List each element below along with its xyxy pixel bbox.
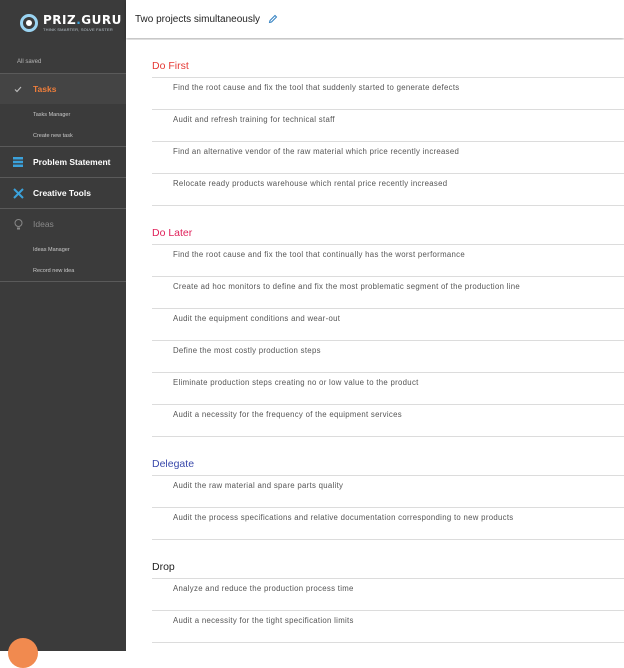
nav-item-label: Creative Tools — [33, 188, 91, 198]
task-item[interactable]: Create ad hoc monitors to define and fix… — [152, 276, 624, 309]
task-text: Find an alternative vendor of the raw ma… — [173, 147, 460, 156]
logo-name: PRIZ.GURU — [43, 12, 122, 27]
sidebar: PRIZ.GURU THINK SMARTER, SOLVE FASTER Al… — [0, 0, 126, 668]
task-text: Eliminate production steps creating no o… — [173, 378, 419, 387]
section-title-do-first: Do First — [152, 60, 189, 72]
task-item[interactable]: Audit the raw material and spare parts q… — [152, 475, 624, 508]
task-item[interactable]: Define the most costly production steps — [152, 340, 624, 373]
nav-item-label: Problem Statement — [33, 157, 111, 167]
task-item[interactable]: Audit and refresh training for technical… — [152, 109, 624, 142]
logo-tagline: THINK SMARTER, SOLVE FASTER — [43, 26, 113, 32]
task-text: Analyze and reduce the production proces… — [173, 584, 354, 593]
task-text: Find the root cause and fix the tool tha… — [173, 250, 465, 259]
nav-sub-create-task[interactable]: Create new task — [0, 125, 126, 146]
tools-icon — [9, 187, 27, 200]
task-text: Audit a necessity for the frequency of t… — [173, 410, 402, 419]
divider — [0, 281, 126, 282]
section-title-delegate: Delegate — [152, 458, 195, 470]
task-text: Define the most costly production steps — [173, 346, 321, 355]
nav-item-tasks[interactable]: Tasks — [0, 74, 126, 104]
section-divider — [152, 205, 624, 206]
task-text: Audit the process specifications and rel… — [173, 513, 514, 522]
logo-mark-icon — [20, 14, 38, 32]
pencil-icon[interactable] — [268, 14, 278, 24]
save-status: All saved — [17, 59, 42, 65]
task-text: Audit a necessity for the tight specific… — [173, 616, 354, 625]
nav-item-label: Tasks — [33, 84, 57, 94]
section-title-drop: Drop — [152, 561, 175, 573]
task-item[interactable]: Audit the equipment conditions and wear-… — [152, 308, 624, 341]
task-text: Find the root cause and fix the tool tha… — [173, 83, 460, 92]
nav-item-ideas[interactable]: Ideas — [0, 209, 126, 239]
task-item[interactable]: Audit the process specifications and rel… — [152, 507, 624, 540]
help-fab-button[interactable] — [8, 638, 38, 668]
section-divider — [152, 436, 624, 437]
page-header: Two projects simultaneously — [126, 0, 624, 38]
nav-item-label: Ideas — [33, 219, 54, 229]
task-text: Audit and refresh training for technical… — [173, 115, 335, 124]
nav-sub-tasks-manager[interactable]: Tasks Manager — [0, 104, 126, 125]
nav-item-creative-tools[interactable]: Creative Tools — [0, 178, 126, 208]
section-divider — [152, 642, 624, 643]
project-title: Two projects simultaneously — [135, 13, 261, 25]
section-divider — [152, 539, 624, 540]
task-text: Create ad hoc monitors to define and fix… — [173, 282, 521, 291]
task-item[interactable]: Analyze and reduce the production proces… — [152, 578, 624, 611]
check-icon — [9, 86, 27, 93]
task-item[interactable]: Relocate ready products warehouse which … — [152, 173, 624, 206]
nav-sub-ideas-manager[interactable]: Ideas Manager — [0, 239, 126, 260]
task-item[interactable]: Find an alternative vendor of the raw ma… — [152, 141, 624, 174]
section-title-do-later: Do Later — [152, 227, 193, 239]
task-text: Relocate ready products warehouse which … — [173, 179, 448, 188]
task-text: Audit the raw material and spare parts q… — [173, 481, 344, 490]
task-text: Audit the equipment conditions and wear-… — [173, 314, 341, 323]
nav-sub-record-idea[interactable]: Record new idea — [0, 260, 126, 281]
task-item[interactable]: Audit a necessity for the frequency of t… — [152, 404, 624, 437]
logo[interactable]: PRIZ.GURU THINK SMARTER, SOLVE FASTER — [0, 0, 126, 46]
task-item[interactable]: Find the root cause and fix the tool tha… — [152, 77, 624, 110]
task-item[interactable]: Find the root cause and fix the tool tha… — [152, 244, 624, 277]
task-item[interactable]: Eliminate production steps creating no o… — [152, 372, 624, 405]
layers-icon — [9, 156, 27, 168]
nav-item-problem-statement[interactable]: Problem Statement — [0, 147, 126, 177]
lightbulb-icon — [9, 218, 27, 231]
task-item[interactable]: Audit a necessity for the tight specific… — [152, 610, 624, 643]
task-list: Do First Find the root cause and fix the… — [126, 40, 624, 651]
